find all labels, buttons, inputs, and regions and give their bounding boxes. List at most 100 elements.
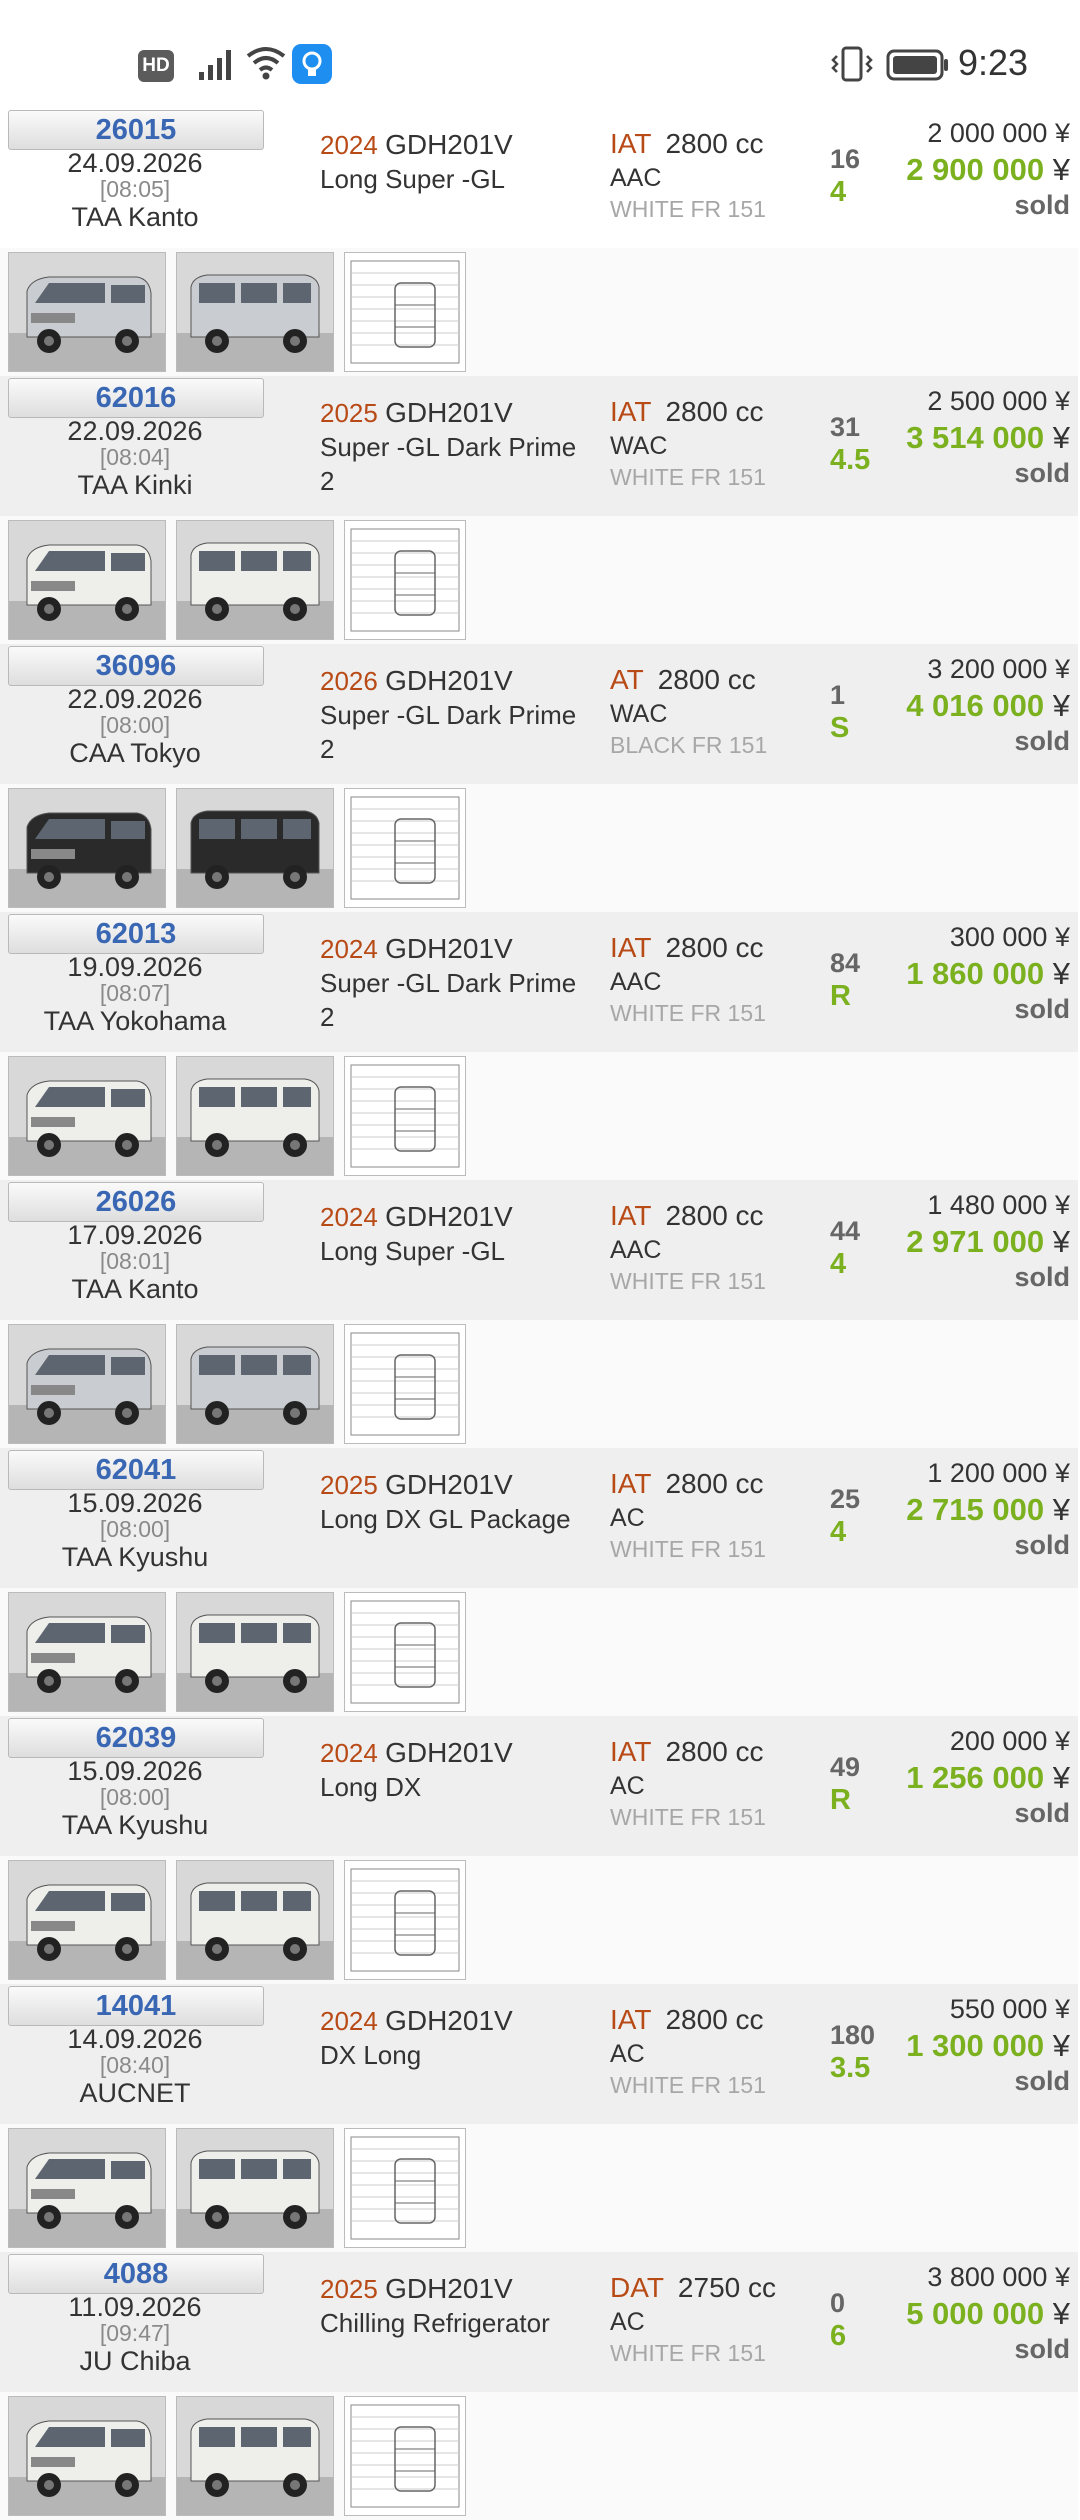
auction-sheet-thumbnail[interactable] <box>344 788 466 908</box>
vehicle-photo-rear[interactable] <box>176 1860 334 1980</box>
mileage: 44 <box>830 1216 861 1246</box>
auction-time: [08:00] <box>99 712 171 738</box>
lot-number-button[interactable]: 4088 <box>8 2254 264 2294</box>
listing-card[interactable]: 26026 17.09.2026 [08:01] TAA Kanto 2024 GDH2… <box>0 1180 1080 1448</box>
chassis-code: GDH201V <box>385 1201 513 1232</box>
vehicle-photo-front[interactable] <box>8 252 166 372</box>
vehicle-photo-front[interactable] <box>8 2396 166 2516</box>
listing-card[interactable]: 26015 24.09.2026 [08:05] TAA Kanto 2024 GDH2… <box>0 108 1080 376</box>
model-year: 2025 <box>320 398 378 428</box>
mileage: 49 <box>830 1752 861 1782</box>
listing-card[interactable]: 62016 22.09.2026 [08:04] TAA Kinki 2025 GDH2… <box>0 376 1080 644</box>
auction-time: [09:47] <box>99 2320 171 2346</box>
vehicle-photo-front[interactable] <box>8 1056 166 1176</box>
model-year: 2024 <box>320 1738 378 1768</box>
grade-name: Super -GL Dark Prime 2 <box>320 968 577 1032</box>
lot-number-button[interactable]: 36096 <box>8 646 264 686</box>
model-info: 2024 GDH201V Super -GL Dark Prime 2 <box>320 932 590 1034</box>
transmission-engine: AT 2800 cc <box>610 664 756 696</box>
start-price: 550 000 ¥ <box>950 1994 1070 2025</box>
auction-sheet-thumbnail[interactable] <box>344 252 466 372</box>
vehicle-photo-rear[interactable] <box>176 2396 334 2516</box>
start-price-value: 1 200 000 <box>927 1458 1048 1488</box>
listing-card[interactable]: 62039 15.09.2026 [08:00] TAA Kyushu 2024 GDH… <box>0 1716 1080 1984</box>
listing-info-row[interactable]: 26026 17.09.2026 [08:01] TAA Kanto 2024 GDH2… <box>0 1180 1078 1320</box>
options: WAC <box>610 432 668 460</box>
grade-name: Long Super -GL <box>320 164 506 194</box>
options: AC <box>610 2308 645 2336</box>
lot-number-button[interactable]: 62041 <box>8 1450 264 1490</box>
engine-volume: 2800 cc <box>657 664 756 695</box>
vehicle-photo-front[interactable] <box>8 1324 166 1444</box>
start-price: 200 000 ¥ <box>950 1726 1070 1757</box>
listing-info-row[interactable]: 4088 11.09.2026 [09:47] JU Chiba 2025 GDH201… <box>0 2252 1078 2392</box>
end-price-value: 2 971 000 <box>906 1224 1045 1259</box>
listing-card[interactable]: 36096 22.09.2026 [08:00] CAA Tokyo 2026 GDH2… <box>0 644 1080 912</box>
auction-sheet-thumbnail[interactable] <box>344 2396 466 2516</box>
auction-sheet-thumbnail[interactable] <box>344 520 466 640</box>
lot-number-button[interactable]: 62039 <box>8 1718 264 1758</box>
options: AC <box>610 2040 645 2068</box>
lot-number-button[interactable]: 26026 <box>8 1182 264 1222</box>
vehicle-photo-rear[interactable] <box>176 1592 334 1712</box>
body-color: WHITE FR 151 <box>610 196 766 222</box>
start-price-value: 300 000 <box>949 922 1048 952</box>
vehicle-photo-rear[interactable] <box>176 788 334 908</box>
lot-number-button[interactable]: 62013 <box>8 914 264 954</box>
auction-time: [08:40] <box>99 2052 171 2078</box>
lot-number-button[interactable]: 14041 <box>8 1986 264 2026</box>
vehicle-photo-front[interactable] <box>8 2128 166 2248</box>
auction-time: [08:00] <box>99 1784 171 1810</box>
end-price-value: 1 860 000 <box>906 956 1045 991</box>
condition-grade: 4 <box>830 1516 847 1548</box>
listing-info-row[interactable]: 62013 19.09.2026 [08:07] TAA Yokohama 2024 G… <box>0 912 1078 1052</box>
listing-info-row[interactable]: 36096 22.09.2026 [08:00] CAA Tokyo 2026 GDH2… <box>0 644 1078 784</box>
auction-sheet-thumbnail[interactable] <box>344 1860 466 1980</box>
listing-info-row[interactable]: 62016 22.09.2026 [08:04] TAA Kinki 2025 GDH2… <box>0 376 1078 516</box>
vehicle-photo-rear[interactable] <box>176 1324 334 1444</box>
engine-volume: 2800 cc <box>665 2004 764 2035</box>
listing-info-row[interactable]: 14041 14.09.2026 [08:40] AUCNET 2024 GDH201V… <box>0 1984 1078 2124</box>
auction-house: CAA Tokyo <box>69 738 201 768</box>
lot-number-button[interactable]: 62016 <box>8 378 264 418</box>
vehicle-photo-front[interactable] <box>8 1860 166 1980</box>
photo-strip <box>0 1052 1078 1180</box>
auction-sheet-thumbnail[interactable] <box>344 1592 466 1712</box>
listing-card[interactable]: 62041 15.09.2026 [08:00] TAA Kyushu 2025 GDH… <box>0 1448 1080 1716</box>
engine-volume: 2800 cc <box>665 1468 764 1499</box>
grade-name: DX Long <box>320 2040 422 2070</box>
vehicle-photo-rear[interactable] <box>176 520 334 640</box>
options: AAC <box>610 968 662 996</box>
vehicle-photo-front[interactable] <box>8 788 166 908</box>
listing-info-row[interactable]: 62039 15.09.2026 [08:00] TAA Kyushu 2024 GDH… <box>0 1716 1078 1856</box>
auction-results-list[interactable]: 26015 24.09.2026 [08:05] TAA Kanto 2024 GDH2… <box>0 108 1080 2520</box>
vehicle-photo-front[interactable] <box>8 520 166 640</box>
auction-sheet-thumbnail[interactable] <box>344 1324 466 1444</box>
vehicle-photo-rear[interactable] <box>176 252 334 372</box>
vehicle-photo-rear[interactable] <box>176 1056 334 1176</box>
listing-card[interactable]: 14041 14.09.2026 [08:40] AUCNET 2024 GDH201V… <box>0 1984 1080 2252</box>
body-color: WHITE FR 151 <box>610 1268 766 1294</box>
vehicle-photo-rear[interactable] <box>176 2128 334 2248</box>
transmission-engine: IAT 2800 cc <box>610 396 764 428</box>
auction-date: 22.09.2026 <box>67 684 203 714</box>
body-color: WHITE FR 151 <box>610 1536 766 1562</box>
model-year: 2024 <box>320 130 378 160</box>
body-color: WHITE FR 151 <box>610 1000 766 1026</box>
listing-card[interactable]: 4088 11.09.2026 [09:47] JU Chiba 2025 GDH201… <box>0 2252 1080 2520</box>
sale-status: sold <box>1014 1262 1070 1292</box>
listing-info-row[interactable]: 26015 24.09.2026 [08:05] TAA Kanto 2024 GDH2… <box>0 108 1078 248</box>
yen-sign: ¥ <box>1054 118 1070 148</box>
lot-number-button[interactable]: 26015 <box>8 110 264 150</box>
start-price-value: 1 480 000 <box>927 1190 1048 1220</box>
auction-sheet-thumbnail[interactable] <box>344 1056 466 1176</box>
photo-strip <box>0 516 1078 644</box>
end-price: 1 300 000 ¥ <box>906 2028 1070 2064</box>
model-year: 2025 <box>320 1470 378 1500</box>
listing-info-row[interactable]: 62041 15.09.2026 [08:00] TAA Kyushu 2025 GDH… <box>0 1448 1078 1588</box>
end-price-value: 3 514 000 <box>906 420 1045 455</box>
vehicle-photo-front[interactable] <box>8 1592 166 1712</box>
yen-sign: ¥ <box>1054 654 1070 684</box>
listing-card[interactable]: 62013 19.09.2026 [08:07] TAA Yokohama 2024 G… <box>0 912 1080 1180</box>
auction-sheet-thumbnail[interactable] <box>344 2128 466 2248</box>
